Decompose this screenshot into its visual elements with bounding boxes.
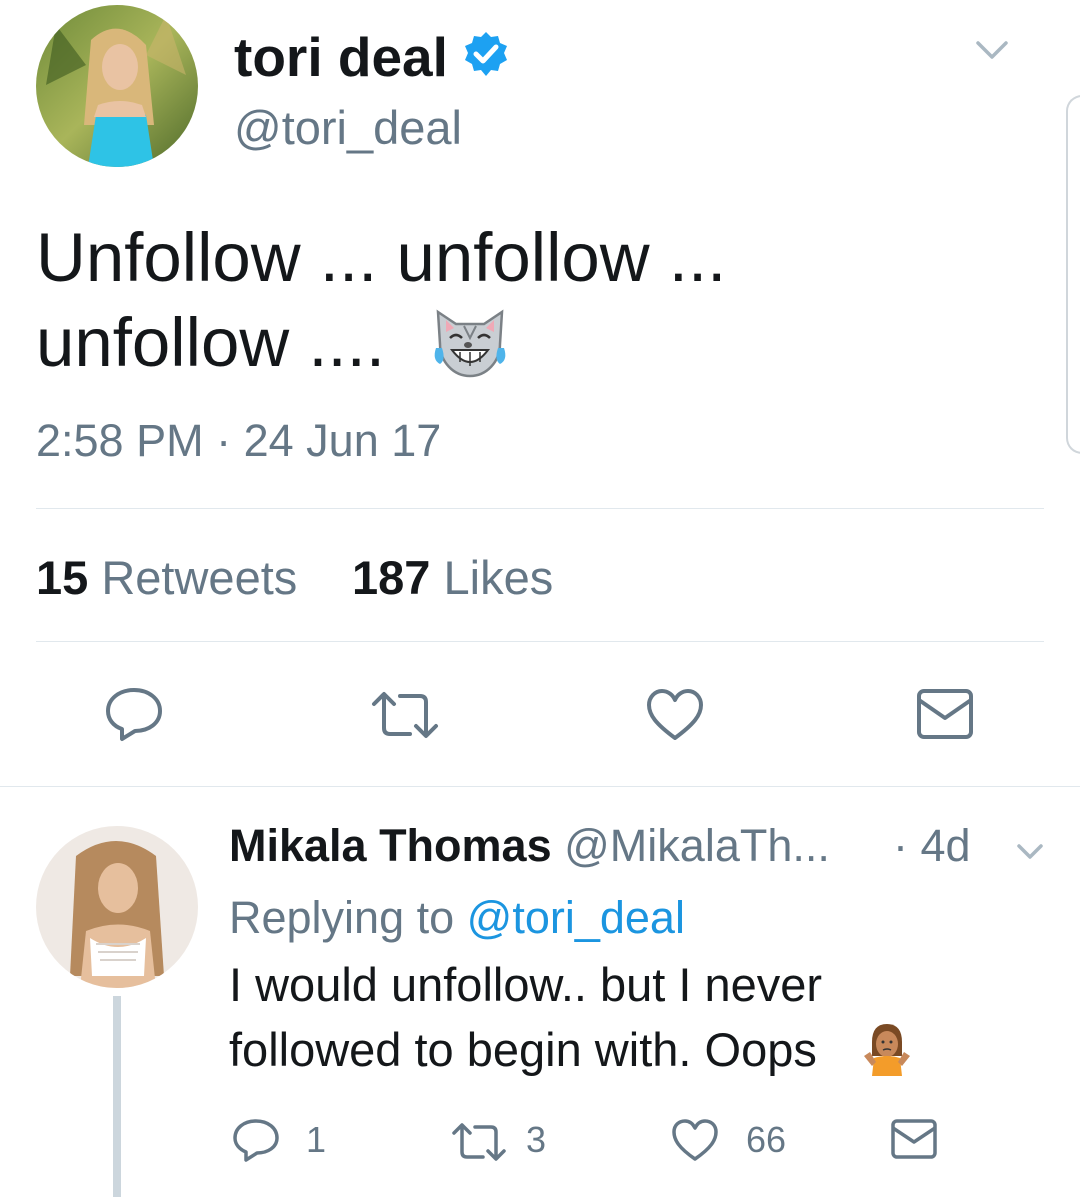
person-shrugging-emoji-icon (862, 1022, 912, 1076)
direct-message-button[interactable] (916, 688, 974, 740)
cat-tears-of-joy-emoji-icon (430, 304, 510, 382)
tweet-text-line-1: Unfollow ... unfollow ... (36, 219, 727, 296)
author-avatar[interactable] (36, 5, 198, 167)
tweet-timestamp[interactable]: 2:58 PM · 24 Jun 17 (36, 414, 441, 468)
envelope-icon (891, 1119, 937, 1159)
like-button[interactable] (646, 688, 704, 742)
reply-button[interactable] (104, 686, 164, 742)
envelope-icon (917, 689, 973, 739)
retweet-icon (452, 1123, 506, 1161)
timestamp-separator: · (216, 415, 232, 466)
reply-header: Mikala Thomas @MikalaTh... (229, 818, 830, 874)
reply-icon (233, 1119, 279, 1162)
reply-age[interactable]: · 4d (893, 818, 971, 874)
divider (36, 641, 1044, 642)
reply-author-display-name[interactable]: Mikala Thomas (229, 820, 552, 871)
reply-text-line-2: followed to begin with. Oops (229, 1023, 817, 1076)
likes-count: 187 (352, 551, 431, 604)
replying-to-link[interactable]: @tori_deal (467, 892, 685, 943)
divider (36, 508, 1044, 509)
retweets-stat[interactable]: 15 Retweets (36, 550, 297, 606)
retweet-icon (372, 692, 438, 738)
likes-label: Likes (443, 551, 554, 604)
tweet-text-line-2: unfollow .... (36, 304, 386, 381)
likes-stat[interactable]: 187 Likes (352, 550, 553, 606)
verified-badge-icon (462, 30, 510, 78)
author-handle[interactable]: @tori_deal (234, 100, 462, 156)
like-count: 66 (746, 1119, 787, 1160)
author-display-name[interactable]: tori deal (234, 24, 448, 90)
reply-reply-button[interactable] (232, 1118, 280, 1162)
heart-icon (672, 1119, 718, 1161)
replying-to: Replying to @tori_deal (229, 890, 685, 946)
retweets-count: 15 (36, 551, 89, 604)
reply-chevron-down-icon[interactable] (1015, 842, 1045, 862)
reply-text-line-1: I would unfollow.. but I never (229, 958, 823, 1011)
reply-author-avatar[interactable] (36, 826, 198, 988)
tweet-date: 24 Jun 17 (243, 415, 442, 466)
retweet-count: 3 (526, 1119, 547, 1160)
chevron-down-icon[interactable] (974, 38, 1010, 62)
replying-to-label: Replying to (229, 892, 455, 943)
heart-icon (647, 689, 703, 740)
retweet-button[interactable] (370, 690, 440, 740)
retweets-label: Retweets (101, 551, 298, 604)
thread-line (113, 996, 121, 1197)
divider (0, 786, 1080, 787)
tweet-time: 2:58 PM (36, 415, 204, 466)
reply-direct-message-button[interactable] (890, 1118, 938, 1160)
reply-retweet-button[interactable] (451, 1122, 507, 1162)
reply-author-handle[interactable]: @MikalaTh... (564, 820, 830, 871)
reply-count: 1 (306, 1119, 327, 1160)
reply-icon (106, 688, 162, 741)
scrollbar[interactable] (1066, 95, 1080, 454)
reply-like-button[interactable] (671, 1118, 719, 1162)
